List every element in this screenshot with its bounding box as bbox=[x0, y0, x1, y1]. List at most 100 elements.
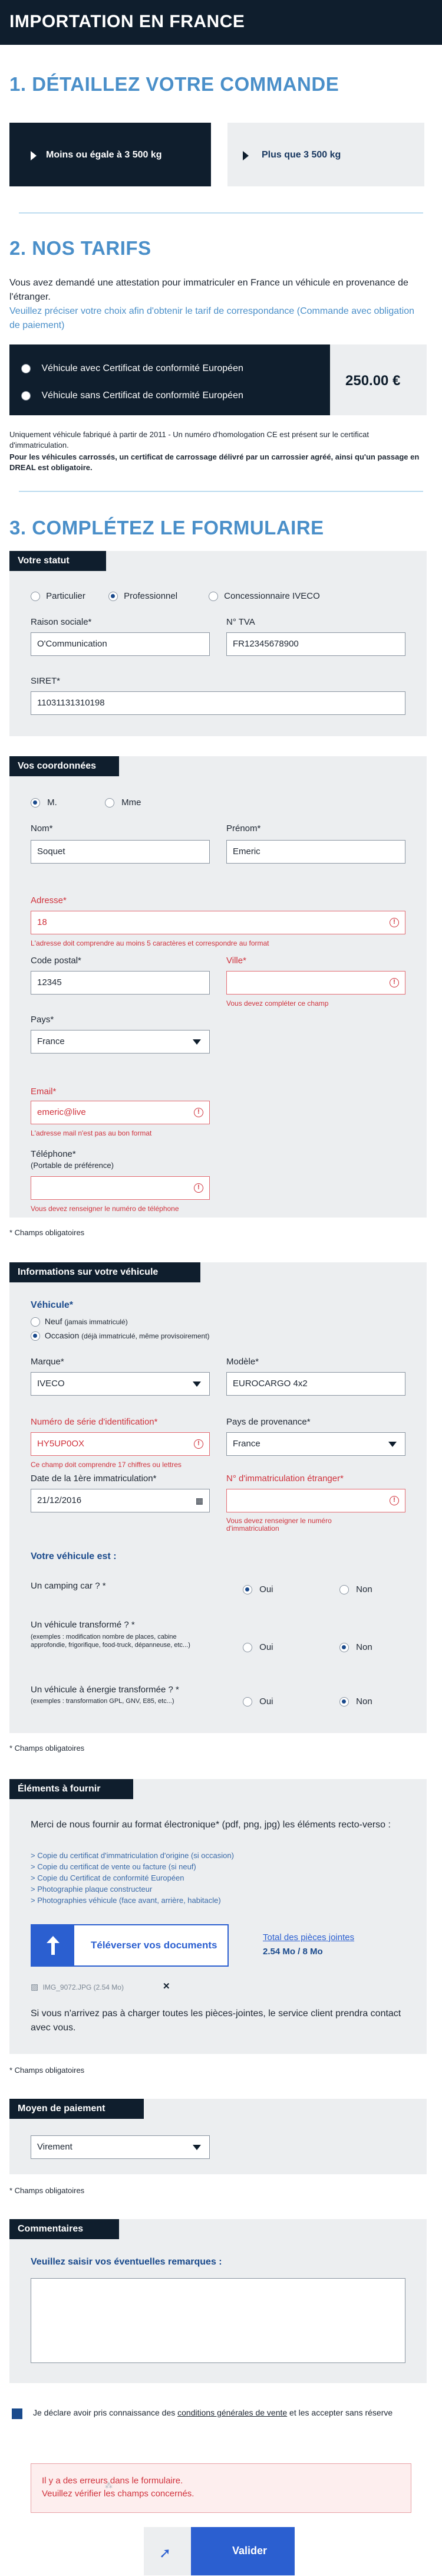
civilite-mme[interactable]: Mme bbox=[105, 798, 141, 808]
attached-file: ▨ IMG_9072.JPG (2.54 Mo) bbox=[31, 1982, 124, 1991]
ville-label: Ville* bbox=[226, 956, 246, 966]
tarif-intro: Vous avez demandé une attestation pour i… bbox=[9, 278, 408, 302]
radio-icon bbox=[243, 1585, 252, 1595]
total-value: 2.54 Mo / 8 Mo bbox=[263, 1947, 323, 1957]
required-note: * Champs obligatoires bbox=[9, 2066, 85, 2075]
raison-sociale-input[interactable]: O'Communication bbox=[31, 632, 210, 656]
page-title: IMPORTATION EN FRANCE bbox=[9, 12, 245, 31]
vehicule-subheading: Véhicule* bbox=[31, 1300, 74, 1310]
energie-non[interactable]: Non bbox=[339, 1696, 372, 1707]
vehicule-heading: Informations sur votre véhicule bbox=[9, 1262, 200, 1282]
serie-label: Numéro de série d'identification* bbox=[31, 1417, 158, 1427]
code-postal-label: Code postal* bbox=[31, 956, 81, 966]
nom-input[interactable]: Soquet bbox=[31, 840, 210, 864]
pays-label: Pays* bbox=[31, 1015, 54, 1025]
paiement-heading: Moyen de paiement bbox=[9, 2099, 144, 2119]
tva-input[interactable]: FR12345678900 bbox=[226, 632, 405, 656]
code-postal-input[interactable]: 12345 bbox=[31, 971, 210, 995]
statut-option-particulier[interactable]: Particulier bbox=[31, 591, 85, 602]
vehicule-option-occasion[interactable]: Occasion (déjà immatriculé, même proviso… bbox=[31, 1331, 210, 1341]
serie-input[interactable]: HY5UP0OX ! bbox=[31, 1432, 210, 1456]
elements-intro: Merci de nous fournir au format électron… bbox=[31, 1820, 391, 1830]
commentaires-prompt: Veuillez saisir vos éventuelles remarque… bbox=[31, 2257, 222, 2267]
radio-icon bbox=[21, 363, 31, 373]
prenom-input[interactable]: Emeric bbox=[226, 840, 405, 864]
step1-title: 1. DÉTAILLEZ VOTRE COMMANDE bbox=[9, 73, 339, 95]
radio-icon bbox=[31, 592, 40, 602]
vehicule-est-heading: Votre véhicule est : bbox=[31, 1551, 117, 1561]
radio-icon bbox=[339, 1697, 349, 1707]
submit-icon-box: ➚ bbox=[144, 2527, 191, 2575]
energie-oui[interactable]: Oui bbox=[243, 1696, 273, 1707]
tarif-note: Uniquement véhicule fabriqué à partir de… bbox=[9, 430, 369, 449]
commentaires-textarea[interactable] bbox=[31, 2278, 405, 2363]
required-note: * Champs obligatoires bbox=[9, 1228, 85, 1237]
image-icon: ▨ bbox=[31, 1982, 39, 1991]
transforme-non[interactable]: Non bbox=[339, 1642, 372, 1653]
elements-help: Si vous n'arrivez pas à charger toutes l… bbox=[31, 2009, 401, 2033]
tarif-intro-blue: Veuillez préciser votre choix afin d'obt… bbox=[9, 306, 414, 330]
elements-list: > Copie du certificat d'immatriculation … bbox=[31, 1850, 405, 1906]
provenance-select[interactable]: France bbox=[226, 1432, 405, 1456]
cgv-checkbox[interactable] bbox=[12, 2408, 22, 2419]
error-icon: ! bbox=[194, 1183, 203, 1193]
weight-option-label: Plus que 3 500 kg bbox=[262, 150, 341, 160]
immat-input[interactable]: ! bbox=[226, 1489, 405, 1512]
telephone-hint: (Portable de préférence) bbox=[31, 1161, 114, 1170]
step2-title: 2. NOS TARIFS bbox=[9, 237, 151, 259]
date-input[interactable]: 21/12/2016 ▦ bbox=[31, 1489, 210, 1512]
transforme-oui[interactable]: Oui bbox=[243, 1642, 273, 1653]
elements-item: > Copie du Certificat de conformité Euro… bbox=[31, 1873, 184, 1882]
statut-option-concessionnaire[interactable]: Concessionnaire IVECO bbox=[209, 591, 320, 602]
total-label[interactable]: Total des pièces jointes bbox=[263, 1932, 354, 1942]
cgv-link[interactable]: conditions générales de vente bbox=[177, 2408, 287, 2417]
ville-input[interactable]: ! bbox=[226, 971, 405, 995]
modele-input[interactable]: EUROCARGO 4x2 bbox=[226, 1372, 405, 1396]
cgv-text: Je déclare avoir pris connaissance des c… bbox=[33, 2408, 393, 2417]
pays-select[interactable]: France bbox=[31, 1030, 210, 1054]
immat-error: Vous devez renseigner le numéro d'immatr… bbox=[226, 1517, 332, 1533]
immat-label: N° d'immatriculation étranger* bbox=[226, 1474, 344, 1484]
submit-button[interactable]: ➚ Valider bbox=[144, 2527, 295, 2575]
adresse-input[interactable]: 18 ! bbox=[31, 911, 405, 934]
marque-select[interactable]: IVECO bbox=[31, 1372, 210, 1396]
tarif-option-without-cert[interactable]: Véhicule sans Certificat de conformité E… bbox=[21, 390, 243, 401]
step3-title: 3. COMPLÉTEZ LE FORMULAIRE bbox=[9, 517, 324, 539]
statut-option-professionnel[interactable]: Professionnel bbox=[108, 591, 177, 602]
email-error: L'adresse mail n'est pas au bon format bbox=[31, 1129, 152, 1137]
date-label: Date de la 1ère immatriculation* bbox=[31, 1474, 157, 1484]
email-input[interactable]: emeric@live ! bbox=[31, 1101, 210, 1124]
provenance-label: Pays de provenance* bbox=[226, 1417, 311, 1427]
upload-button[interactable]: Téléverser vos documents bbox=[31, 1924, 229, 1967]
radio-icon bbox=[243, 1697, 252, 1707]
elements-item: > Copie du certificat d'immatriculation … bbox=[31, 1851, 234, 1860]
weight-option-le-3500[interactable]: Moins ou égale à 3 500 kg bbox=[9, 123, 211, 186]
camping-oui[interactable]: Oui bbox=[243, 1584, 273, 1595]
vehicule-option-neuf[interactable]: Neuf (jamais immatriculé) bbox=[31, 1317, 128, 1327]
radio-icon bbox=[105, 798, 114, 808]
elements-item: > Photographie plaque constructeur bbox=[31, 1885, 153, 1894]
error-icon: ! bbox=[194, 1108, 203, 1117]
tva-label: N° TVA bbox=[226, 617, 255, 627]
paiement-select[interactable]: Virement bbox=[31, 2135, 210, 2159]
siret-input[interactable]: 11031131310198 bbox=[31, 691, 405, 715]
civilite-m[interactable]: M. bbox=[31, 798, 57, 808]
divider bbox=[19, 491, 423, 492]
weight-option-gt-3500[interactable]: Plus que 3 500 kg bbox=[227, 123, 424, 186]
q-camping: Un camping car ? * bbox=[31, 1581, 106, 1591]
tarif-option-with-cert[interactable]: Véhicule avec Certificat de conformité E… bbox=[21, 363, 243, 374]
radio-icon bbox=[31, 1317, 40, 1327]
siret-label: SIRET* bbox=[31, 676, 61, 686]
marque-label: Marque* bbox=[31, 1357, 64, 1367]
telephone-input[interactable]: ! bbox=[31, 1176, 210, 1200]
error-icon: ! bbox=[390, 978, 399, 987]
radio-icon bbox=[21, 390, 31, 401]
weight-option-label: Moins ou égale à 3 500 kg bbox=[46, 150, 162, 160]
tarif-note-bold: Pour les véhicules carrossés, un certifi… bbox=[9, 452, 420, 472]
camping-non[interactable]: Non bbox=[339, 1584, 372, 1595]
radio-icon bbox=[339, 1585, 349, 1595]
form-error-box: Il y a des erreurs dans le formulaire. V… bbox=[31, 2463, 411, 2513]
remove-file-icon[interactable]: ✕ bbox=[163, 1981, 170, 1991]
required-note: * Champs obligatoires bbox=[9, 2186, 85, 2195]
radio-icon bbox=[339, 1643, 349, 1653]
